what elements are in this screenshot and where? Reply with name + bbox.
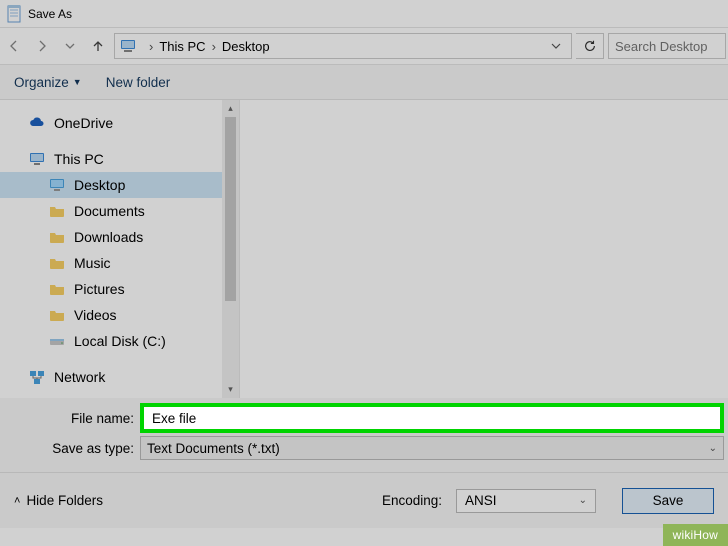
pc-icon xyxy=(119,37,137,55)
file-name-label: File name: xyxy=(4,411,140,426)
chevron-up-icon: ˄ xyxy=(14,495,20,507)
tree-label: Local Disk (C:) xyxy=(74,333,166,349)
address-crumb-current[interactable]: Desktop xyxy=(222,39,270,54)
content-pane[interactable] xyxy=(240,100,728,398)
organize-label: Organize xyxy=(14,75,69,90)
tree-item-documents[interactable]: Documents xyxy=(0,198,239,224)
tree-item-network[interactable]: Network xyxy=(0,364,239,390)
tree-label: Network xyxy=(54,369,105,385)
network-icon xyxy=(28,368,46,386)
save-as-type-value: Text Documents (*.txt) xyxy=(147,441,280,456)
address-sep-icon: › xyxy=(149,39,153,54)
tree-item-pictures[interactable]: Pictures xyxy=(0,276,239,302)
hide-folders-label: Hide Folders xyxy=(26,493,103,508)
tree-label: Videos xyxy=(74,307,117,323)
cloud-icon xyxy=(28,114,46,132)
pc-icon xyxy=(28,150,46,168)
back-button[interactable] xyxy=(0,32,28,60)
body: OneDrive This PC Desktop Documents Downl… xyxy=(0,100,728,398)
navigation-pane: OneDrive This PC Desktop Documents Downl… xyxy=(0,100,240,398)
folder-icon xyxy=(48,306,66,324)
scroll-thumb[interactable] xyxy=(225,117,236,301)
watermark: wikiHow xyxy=(663,524,728,546)
file-name-highlight xyxy=(140,403,724,433)
refresh-button[interactable] xyxy=(576,33,604,59)
save-fields: File name: Save as type: Text Documents … xyxy=(0,398,728,472)
folder-icon xyxy=(48,202,66,220)
encoding-value: ANSI xyxy=(465,493,497,508)
tree-label: Music xyxy=(74,255,111,271)
chevron-down-icon: ⌄ xyxy=(579,495,587,506)
toolbar: Organize ▼ New folder xyxy=(0,64,728,100)
folder-icon xyxy=(48,254,66,272)
tree-label: Desktop xyxy=(74,177,125,193)
dropdown-caret-icon: ▼ xyxy=(73,77,82,87)
tree-item-thispc[interactable]: This PC xyxy=(0,146,239,172)
file-name-input[interactable] xyxy=(144,407,720,429)
search-placeholder: Search Desktop xyxy=(615,39,708,54)
chevron-down-icon: ⌄ xyxy=(709,443,717,454)
scroll-up-icon[interactable]: ▴ xyxy=(222,100,239,117)
tree-item-videos[interactable]: Videos xyxy=(0,302,239,328)
tree-label: Documents xyxy=(74,203,145,219)
address-crumb-root[interactable]: This PC xyxy=(159,39,205,54)
navigation-row: › This PC › Desktop Search Desktop xyxy=(0,28,728,64)
desktop-icon xyxy=(48,176,66,194)
tree-item-downloads[interactable]: Downloads xyxy=(0,224,239,250)
dialog-footer: ˄ Hide Folders Encoding: ANSI ⌄ Save xyxy=(0,472,728,528)
title-bar: Save As xyxy=(0,0,728,28)
organize-button[interactable]: Organize ▼ xyxy=(14,75,82,90)
notepad-icon xyxy=(6,4,22,24)
tree-item-desktop[interactable]: Desktop xyxy=(0,172,239,198)
scrollbar[interactable]: ▴ ▾ xyxy=(222,100,239,398)
folder-icon xyxy=(48,228,66,246)
tree-item-localdisk[interactable]: Local Disk (C:) xyxy=(0,328,239,354)
save-button-label: Save xyxy=(653,493,684,508)
encoding-label: Encoding: xyxy=(382,493,442,508)
save-button[interactable]: Save xyxy=(622,488,714,514)
tree-label: OneDrive xyxy=(54,115,113,131)
scroll-down-icon[interactable]: ▾ xyxy=(222,381,239,398)
forward-button[interactable] xyxy=(28,32,56,60)
address-dropdown-icon[interactable] xyxy=(545,41,567,51)
up-button[interactable] xyxy=(84,32,112,60)
save-as-type-select[interactable]: Text Documents (*.txt) ⌄ xyxy=(140,436,724,460)
search-input[interactable]: Search Desktop xyxy=(608,33,726,59)
drive-icon xyxy=(48,332,66,350)
window-title: Save As xyxy=(28,7,72,21)
tree-item-onedrive[interactable]: OneDrive xyxy=(0,110,239,136)
tree-label: This PC xyxy=(54,151,104,167)
address-bar[interactable]: › This PC › Desktop xyxy=(114,33,572,59)
hide-folders-button[interactable]: ˄ Hide Folders xyxy=(14,493,103,508)
save-as-type-label: Save as type: xyxy=(4,441,140,456)
address-sep-icon: › xyxy=(212,39,216,54)
recent-locations-chevron-icon[interactable] xyxy=(56,32,84,60)
new-folder-button[interactable]: New folder xyxy=(106,75,171,90)
tree-label: Downloads xyxy=(74,229,143,245)
folder-icon xyxy=(48,280,66,298)
tree-label: Pictures xyxy=(74,281,125,297)
tree-item-music[interactable]: Music xyxy=(0,250,239,276)
encoding-select[interactable]: ANSI ⌄ xyxy=(456,489,596,513)
